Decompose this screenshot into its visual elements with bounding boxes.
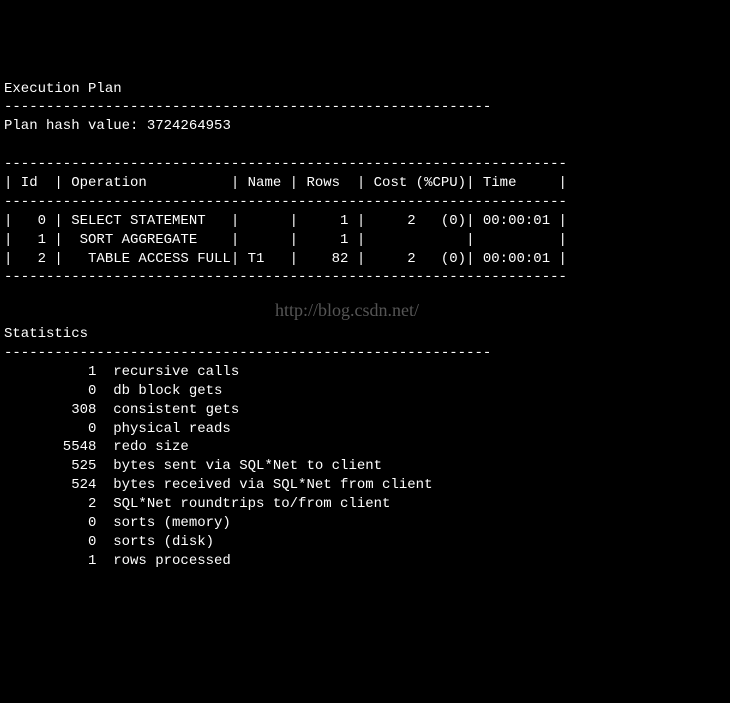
stats-list: 1 recursive calls 0 db block gets 308 co… <box>4 363 726 571</box>
divider: ----------------------------------------… <box>4 99 491 115</box>
table-row: | 1 | SORT AGGREGATE | | 1 | | | <box>4 232 567 248</box>
plan-hash-label: Plan hash value: <box>4 118 138 134</box>
divider: ----------------------------------------… <box>4 345 491 361</box>
table-border: ----------------------------------------… <box>4 194 567 210</box>
table-row: | 0 | SELECT STATEMENT | | 1 | 2 (0)| 00… <box>4 213 567 229</box>
table-row: | 2 | TABLE ACCESS FULL| T1 | 82 | 2 (0)… <box>4 251 567 267</box>
table-header-row: | Id | Operation | Name | Rows | Cost (%… <box>4 175 567 191</box>
table-border: ----------------------------------------… <box>4 269 567 285</box>
execution-plan-output: Execution Plan -------------------------… <box>4 80 726 571</box>
section-title: Execution Plan <box>4 81 122 97</box>
plan-hash-value: 3724264953 <box>147 118 231 134</box>
section-title: Statistics <box>4 326 88 342</box>
table-border: ----------------------------------------… <box>4 156 567 172</box>
